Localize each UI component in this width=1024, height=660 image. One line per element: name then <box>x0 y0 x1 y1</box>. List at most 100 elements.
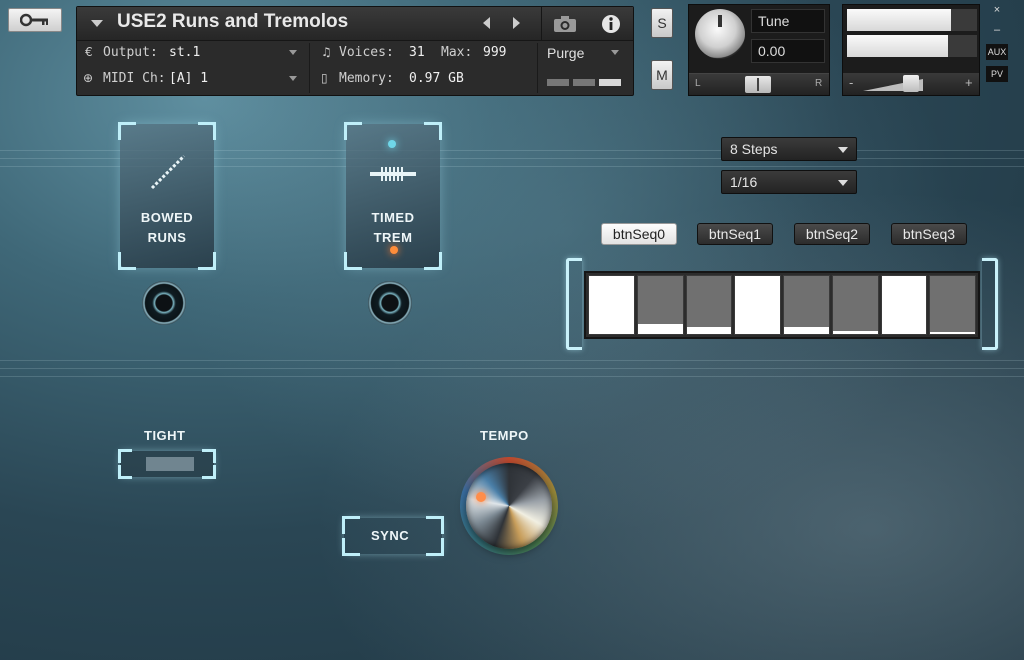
max-voices-field[interactable]: 999 <box>483 45 506 60</box>
chevron-down-icon <box>611 50 619 55</box>
edit-instrument-button[interactable] <box>8 8 62 32</box>
seq-button-3[interactable]: btnSeq3 <box>891 223 967 245</box>
volume-minus[interactable]: - <box>849 75 853 90</box>
step-sequencer[interactable] <box>584 271 980 339</box>
volume-handle[interactable] <box>903 75 919 92</box>
seq-step-4[interactable] <box>783 275 830 335</box>
close-icon[interactable]: × <box>988 2 1006 18</box>
tremolo-icon <box>370 167 416 181</box>
memory-value: 0.97 GB <box>409 71 464 86</box>
seq-button-1[interactable]: btnSeq1 <box>697 223 773 245</box>
speaker-icon <box>368 281 412 325</box>
midi-dropdown-arrow[interactable] <box>289 76 297 81</box>
corner-bracket <box>424 122 442 140</box>
articulation-bowed-runs[interactable]: BOWED RUNS <box>118 122 216 270</box>
pv-button[interactable]: PV <box>986 66 1008 82</box>
seq-step-fill <box>930 332 975 334</box>
rate-dropdown-value: 1/16 <box>730 174 758 190</box>
output-label: Output: <box>103 45 158 60</box>
corner-bracket <box>342 516 360 534</box>
seq-step-fill <box>832 331 878 334</box>
info-button[interactable] <box>589 7 633 41</box>
chevron-down-icon <box>91 20 103 27</box>
seq-step-6[interactable] <box>880 275 928 335</box>
articulation-label-line2: TREM <box>373 230 413 245</box>
seq-step-0[interactable] <box>588 275 635 335</box>
volume-slider[interactable]: - + <box>843 73 979 95</box>
output-dropdown-arrow[interactable] <box>289 50 297 55</box>
corner-bracket <box>426 538 444 556</box>
corner-bracket <box>198 252 216 270</box>
midi-label: MIDI Ch: <box>103 71 166 86</box>
knob-indicator <box>718 15 722 27</box>
level-meter-panel: - + <box>842 4 980 96</box>
corner-bracket <box>202 465 216 479</box>
collapse-toggle[interactable] <box>91 20 103 27</box>
seq-step-3[interactable] <box>734 275 781 335</box>
midi-channel-select[interactable]: [A] 1 <box>169 71 208 86</box>
next-instrument-button[interactable] <box>513 17 520 29</box>
active-light <box>390 246 398 254</box>
tune-knob[interactable] <box>695 9 745 59</box>
pan-left-label: L <box>695 78 701 89</box>
seq-button-0[interactable]: btnSeq0 <box>601 223 677 245</box>
sync-button[interactable]: SYNC <box>342 516 444 556</box>
tight-toggle[interactable] <box>118 449 216 479</box>
toggle-indicator <box>146 457 194 471</box>
solo-button[interactable]: S <box>651 8 673 38</box>
tune-value-field[interactable]: 0.00 <box>751 39 825 63</box>
corner-bracket <box>198 122 216 140</box>
tight-label: TIGHT <box>144 428 186 443</box>
steps-dropdown-value: 8 Steps <box>730 141 778 157</box>
seq-step-7[interactable] <box>929 275 976 335</box>
max-label: Max: <box>441 45 473 60</box>
meter-fill <box>847 35 949 57</box>
aux-button[interactable]: AUX <box>986 44 1008 60</box>
prev-instrument-button[interactable] <box>483 17 490 29</box>
mute-button[interactable]: M <box>651 60 673 90</box>
seq-button-2[interactable]: btnSeq2 <box>794 223 870 245</box>
corner-bracket <box>342 538 360 556</box>
purge-indicator <box>599 79 621 86</box>
instrument-title[interactable]: USE2 Runs and Tremolos <box>117 11 348 33</box>
tempo-knob[interactable] <box>460 457 558 555</box>
pan-handle[interactable] <box>745 76 771 93</box>
seq-step-1[interactable] <box>636 275 684 335</box>
output-select[interactable]: st.1 <box>169 45 200 60</box>
voices-value: 31 <box>409 45 425 60</box>
pan-slider[interactable]: L R <box>689 73 829 95</box>
seq-step-fill <box>589 276 634 334</box>
snapshot-button[interactable] <box>541 7 587 41</box>
speaker-icon <box>142 281 186 325</box>
memory-icon: ▯ <box>321 71 328 85</box>
voices-icon: ♫ <box>321 45 332 59</box>
chevron-down-icon <box>838 180 848 186</box>
pan-right-label: R <box>815 78 823 89</box>
runs-icon <box>150 154 186 190</box>
articulation-timed-trem[interactable]: TIMED TREM <box>344 122 442 270</box>
chevron-down-icon <box>289 50 297 55</box>
tempo-label: TEMPO <box>480 428 529 443</box>
corner-bracket <box>202 449 216 463</box>
steps-dropdown[interactable]: 8 Steps <box>721 137 857 161</box>
decorative-line <box>0 360 1024 361</box>
seq-step-fill <box>686 327 732 334</box>
decorative-line <box>0 368 1024 369</box>
wrench-icon <box>20 13 48 27</box>
title-row: USE2 Runs and Tremolos <box>77 7 633 41</box>
seq-step-5[interactable] <box>831 275 879 335</box>
corner-bracket <box>118 465 132 479</box>
purge-menu[interactable]: Purge <box>547 45 584 61</box>
purge-indicator <box>573 79 595 86</box>
meter-fill <box>847 9 951 31</box>
seq-step-2[interactable] <box>685 275 733 335</box>
seq-step-fill <box>735 276 780 334</box>
rate-dropdown[interactable]: 1/16 <box>721 170 857 194</box>
minimize-icon[interactable]: – <box>988 22 1006 38</box>
pan-center-mark <box>757 78 759 91</box>
level-meter-left <box>847 9 977 31</box>
level-meter-right <box>847 35 977 57</box>
volume-plus[interactable]: + <box>965 75 973 90</box>
output-icon: € <box>85 45 93 59</box>
purge-dropdown-arrow[interactable] <box>611 50 619 55</box>
